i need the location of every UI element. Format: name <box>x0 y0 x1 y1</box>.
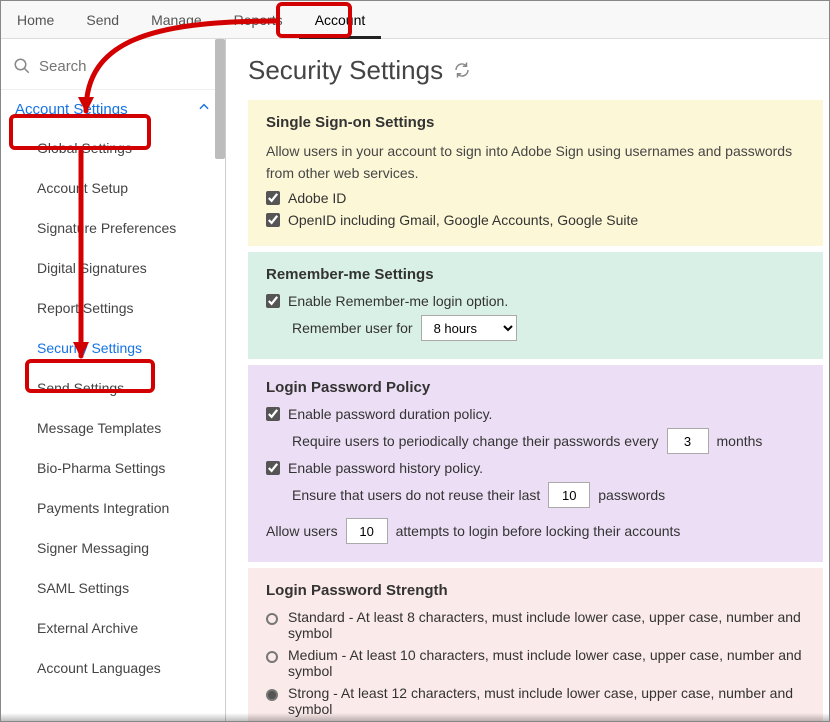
section-title-remember: Remember-me Settings <box>266 266 805 283</box>
nav-home[interactable]: Home <box>1 1 70 39</box>
sidebar-item-saml-settings[interactable]: SAML Settings <box>1 568 225 608</box>
nav-manage[interactable]: Manage <box>135 1 218 39</box>
content: Security Settings Single Sign-on Setting… <box>226 39 829 721</box>
sidebar-item-report-settings[interactable]: Report Settings <box>1 288 225 328</box>
radio-medium[interactable] <box>266 651 278 663</box>
sidebar-item-signer-messaging[interactable]: Signer Messaging <box>1 528 225 568</box>
sidebar-item-message-templates[interactable]: Message Templates <box>1 408 225 448</box>
sidebar-item-digital-signatures[interactable]: Digital Signatures <box>1 248 225 288</box>
sidebar-item-global-settings[interactable]: Global Settings <box>1 128 225 168</box>
sidebar-item-security-settings[interactable]: Security Settings <box>1 328 225 368</box>
checkbox-openid[interactable] <box>266 213 280 227</box>
section-password-strength: Login Password Strength Standard - At le… <box>248 568 823 721</box>
sso-desc: Allow users in your account to sign into… <box>266 141 805 184</box>
section-password-policy: Login Password Policy Enable password du… <box>248 365 823 562</box>
label-allow-suffix: attempts to login before locking their a… <box>396 523 681 539</box>
sidebar-item-account-setup[interactable]: Account Setup <box>1 168 225 208</box>
section-title-sso: Single Sign-on Settings <box>266 114 805 131</box>
radio-standard[interactable] <box>266 613 278 625</box>
input-hist-count[interactable] <box>548 482 590 508</box>
sidebar-group-label: Account Settings <box>15 101 128 118</box>
label-hist-suffix: passwords <box>598 487 665 503</box>
checkbox-adobe-id[interactable] <box>266 191 280 205</box>
section-title-strength: Login Password Strength <box>266 582 805 599</box>
checkbox-dur-enable[interactable] <box>266 407 280 421</box>
section-sso: Single Sign-on Settings Allow users in y… <box>248 100 823 246</box>
chevron-up-icon <box>197 100 211 118</box>
search-input[interactable] <box>39 58 213 75</box>
page-title: Security Settings <box>248 55 823 86</box>
label-remember-enable: Enable Remember-me login option. <box>288 293 508 309</box>
search-icon <box>13 57 31 75</box>
sidebar-group-account-settings[interactable]: Account Settings <box>1 89 225 128</box>
label-hist-prefix: Ensure that users do not reuse their las… <box>292 487 540 503</box>
input-dur-months[interactable] <box>667 428 709 454</box>
select-remember-duration[interactable]: 8 hours <box>421 315 517 341</box>
sidebar-item-send-settings[interactable]: Send Settings <box>1 368 225 408</box>
checkbox-remember-enable[interactable] <box>266 294 280 308</box>
section-title-pwpol: Login Password Policy <box>266 379 805 396</box>
label-dur-enable: Enable password duration policy. <box>288 406 492 422</box>
refresh-icon[interactable] <box>453 55 471 86</box>
sidebar-item-signature-preferences[interactable]: Signature Preferences <box>1 208 225 248</box>
label-allow-prefix: Allow users <box>266 523 338 539</box>
sidebar-item-payments-integration[interactable]: Payments Integration <box>1 488 225 528</box>
checkbox-hist-enable[interactable] <box>266 461 280 475</box>
nav-account[interactable]: Account <box>299 1 382 39</box>
sidebar-item-external-archive[interactable]: External Archive <box>1 608 225 648</box>
sidebar-list: Global Settings Account Setup Signature … <box>1 128 225 688</box>
nav-send[interactable]: Send <box>70 1 135 39</box>
label-standard: Standard - At least 8 characters, must i… <box>288 609 805 641</box>
label-remember-prefix: Remember user for <box>292 320 413 336</box>
label-medium: Medium - At least 10 characters, must in… <box>288 647 805 679</box>
radio-strong[interactable] <box>266 689 278 701</box>
label-openid: OpenID including Gmail, Google Accounts,… <box>288 212 638 228</box>
bottom-shadow <box>1 713 829 721</box>
scrollbar-thumb[interactable] <box>215 39 225 159</box>
label-adobe-id: Adobe ID <box>288 190 346 206</box>
page-title-text: Security Settings <box>248 55 443 86</box>
top-nav: Home Send Manage Reports Account <box>1 1 829 39</box>
section-remember-me: Remember-me Settings Enable Remember-me … <box>248 252 823 359</box>
sidebar-item-account-languages[interactable]: Account Languages <box>1 648 225 688</box>
nav-reports[interactable]: Reports <box>218 1 299 39</box>
sidebar-item-bio-pharma-settings[interactable]: Bio-Pharma Settings <box>1 448 225 488</box>
label-dur-prefix: Require users to periodically change the… <box>292 433 659 449</box>
label-dur-suffix: months <box>717 433 763 449</box>
search-wrap <box>1 49 225 89</box>
sidebar: Account Settings Global Settings Account… <box>1 39 226 721</box>
label-hist-enable: Enable password history policy. <box>288 460 483 476</box>
input-allow-attempts[interactable] <box>346 518 388 544</box>
